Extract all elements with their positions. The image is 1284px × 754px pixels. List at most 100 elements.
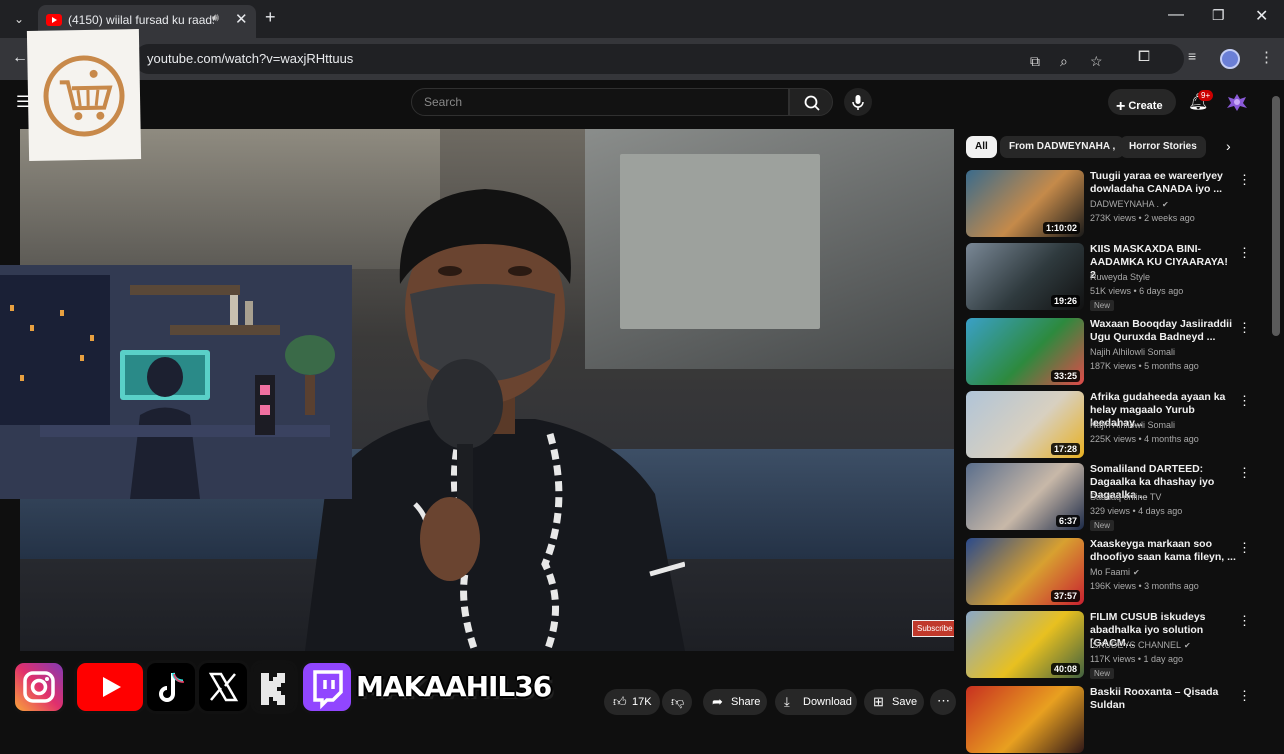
channel-name[interactable]: DADWEYNAHA . [1090,199,1159,209]
video-meta: 51K views • 6 days ago [1090,286,1183,296]
more-actions-button[interactable]: ⋯ [930,689,956,715]
video-menu-icon[interactable]: ⋮ [1238,245,1251,261]
channel-name-row[interactable]: Ruweyda Style [1090,272,1150,282]
video-duration: 37:57 [1051,590,1080,602]
video-title[interactable]: Xaaskeyga markaan soo dhoofiyo saan kama… [1090,538,1236,564]
voice-search-button[interactable] [844,88,872,116]
video-title[interactable]: Waxaan Booqday Jasiiraddii Ugu Quruxda B… [1090,318,1236,344]
video-menu-icon[interactable]: ⋮ [1238,393,1251,409]
video-thumbnail[interactable]: 37:57 [966,538,1084,605]
bookmark-icon: ⊞ [873,694,884,710]
channel-name[interactable]: Saadaq online TV [1090,492,1161,502]
x-twitter-icon [196,660,250,714]
save-button[interactable]: ⊞Save [864,689,924,715]
video-thumbnail[interactable]: 1:10:02 [966,170,1084,237]
channel-name-row[interactable]: DADWEYNAHA .✔ [1090,199,1169,209]
like-button[interactable]: 👍︎17K [604,689,660,715]
back-arrow-icon[interactable]: ← [12,49,28,67]
recommendation-item[interactable]: Baskii Rooxanta – Qisada Suldan⋮ [966,686,1256,754]
media-control-icon[interactable]: ≡ [1188,48,1196,64]
video-duration: 17:28 [1051,443,1080,455]
channel-name[interactable]: ISKUDEYS CHANNEL [1090,640,1181,650]
channel-name-row[interactable]: Saadaq online TV [1090,492,1161,502]
recommendation-item[interactable]: 1:10:02Tuugii yaraa ee wareerIyey dowlad… [966,170,1256,238]
recommendation-item[interactable]: 17:28Afrika gudaheeda ayaan ka helay mag… [966,391,1256,459]
extensions-puzzle-icon[interactable]: ⧠ [1138,48,1150,65]
recommendation-item[interactable]: 33:25 Waxaan Booqday Jasiiraddii Ugu Quru… [966,318,1256,386]
video-meta: 273K views • 2 weeks ago [1090,213,1195,223]
window-close-button[interactable]: ✕ [1255,6,1268,26]
chip-horror-stories[interactable]: Horror Stories [1120,136,1206,158]
video-meta: 196K views • 3 months ago [1090,581,1199,591]
recommendation-item[interactable]: 19:26KIIS MASKAXDA BINI-AADAMKA KU CIYAA… [966,243,1256,311]
zoom-icon[interactable]: ⌕ [1060,53,1068,70]
channel-name-row[interactable]: Mo Faami✔ [1090,567,1140,577]
video-thumbnail[interactable]: 17:28 [966,391,1084,458]
channel-name[interactable]: Najih Alhilowli Somali [1090,420,1175,430]
video-thumbnail[interactable]: 19:26 [966,243,1084,310]
channel-name[interactable]: Mo Faami [1090,567,1130,577]
recommendation-item[interactable]: 6:37Somaliland DARTEED: Dagaalka ka dhas… [966,463,1256,531]
video-meta: 187K views • 5 months ago [1090,361,1199,371]
shopping-cart-logo [27,29,141,161]
video-menu-icon[interactable]: ⋮ [1238,540,1251,556]
shopping-cart-icon [27,29,141,161]
chip-all[interactable]: All [966,136,997,158]
recommendation-item[interactable]: 37:57 Xaaskeyga markaan soo dhoofiyo saan… [966,538,1256,606]
video-duration: 6:37 [1056,515,1080,527]
channel-name-row[interactable]: ISKUDEYS CHANNEL✔ [1090,640,1191,650]
video-menu-icon[interactable]: ⋮ [1238,465,1251,481]
instagram-icon [12,660,66,714]
share-button[interactable]: ➦ Share [703,689,767,715]
channel-name-row[interactable]: Najih Alhilowli Somali [1090,347,1175,357]
window-maximize-button[interactable]: ❐ [1212,7,1225,24]
plus-icon: + [1116,98,1125,115]
like-count: 17K [632,696,652,708]
search-input[interactable]: Search [411,88,789,116]
verified-check-icon: ✔ [1162,200,1169,209]
search-icon [790,89,834,117]
browser-tab-strip: ⌄ (4150) wiilal fursad ku raadsa 🔊︎ ✕ + … [0,0,1284,38]
recommendation-item[interactable]: 40:08FILIM CUSUB iskudeys abadhalka iyo … [966,611,1256,679]
install-app-icon[interactable]: ⧉ [1030,53,1040,70]
profile-avatar[interactable] [1220,49,1240,69]
bookmark-star-icon[interactable]: ☆ [1090,53,1103,70]
video-title[interactable]: Tuugii yaraa ee wareerIyey dowladaha CAN… [1090,170,1236,196]
channel-avatar-icon[interactable] [1226,92,1248,112]
subscribe-overlay-badge: Subscribe [912,620,954,637]
youtube-logo-icon [74,660,146,714]
chip-from-channel[interactable]: From DADWEYNAHA , [1000,136,1124,158]
video-thumbnail[interactable]: 6:37 [966,463,1084,530]
tab-search-icon[interactable]: ⌄ [6,7,32,31]
window-minimize-button[interactable]: — [1168,6,1184,24]
video-title[interactable]: Baskii Rooxanta – Qisada Suldan [1090,686,1236,712]
download-button[interactable]: ⤓Download [775,689,857,715]
channel-name-row[interactable]: Najih Alhilowli Somali [1090,420,1175,430]
video-duration: 33:25 [1051,370,1080,382]
create-button[interactable]: +Create [1108,89,1176,115]
url-text: youtube.com/watch?v=waxjRHttuus [147,51,353,66]
address-bar[interactable]: youtube.com/watch?v=waxjRHttuus ⧉ ⌕ ☆ [134,44,1184,74]
audio-playing-icon[interactable]: 🔊︎ [212,12,219,25]
channel-name[interactable]: Ruweyda Style [1090,272,1150,282]
video-thumbnail[interactable]: 33:25 [966,318,1084,385]
browser-menu-icon[interactable]: ⋮ [1259,48,1274,66]
search-button[interactable] [789,88,833,116]
tab-close-icon[interactable]: ✕ [235,10,248,28]
video-menu-icon[interactable]: ⋮ [1238,320,1251,336]
chip-next-arrow-icon[interactable]: › [1226,138,1231,154]
video-thumbnail[interactable]: 40:08 [966,611,1084,678]
youtube-header: ☰ Search +Create 🔔︎ 9+ [0,80,1284,124]
share-label: Share [731,696,760,708]
video-menu-icon[interactable]: ⋮ [1238,688,1251,704]
page-scrollbar[interactable] [1272,96,1280,336]
video-meta: 117K views • 1 day ago [1090,654,1183,664]
video-menu-icon[interactable]: ⋮ [1238,172,1251,188]
dislike-button[interactable]: 👎︎ [662,689,692,715]
tiktok-icon [144,660,198,714]
share-arrow-icon: ➦ [712,694,723,710]
youtube-favicon-icon [46,14,62,26]
new-tab-button[interactable]: + [265,7,276,28]
video-menu-icon[interactable]: ⋮ [1238,613,1251,629]
channel-name[interactable]: Najih Alhilowli Somali [1090,347,1175,357]
